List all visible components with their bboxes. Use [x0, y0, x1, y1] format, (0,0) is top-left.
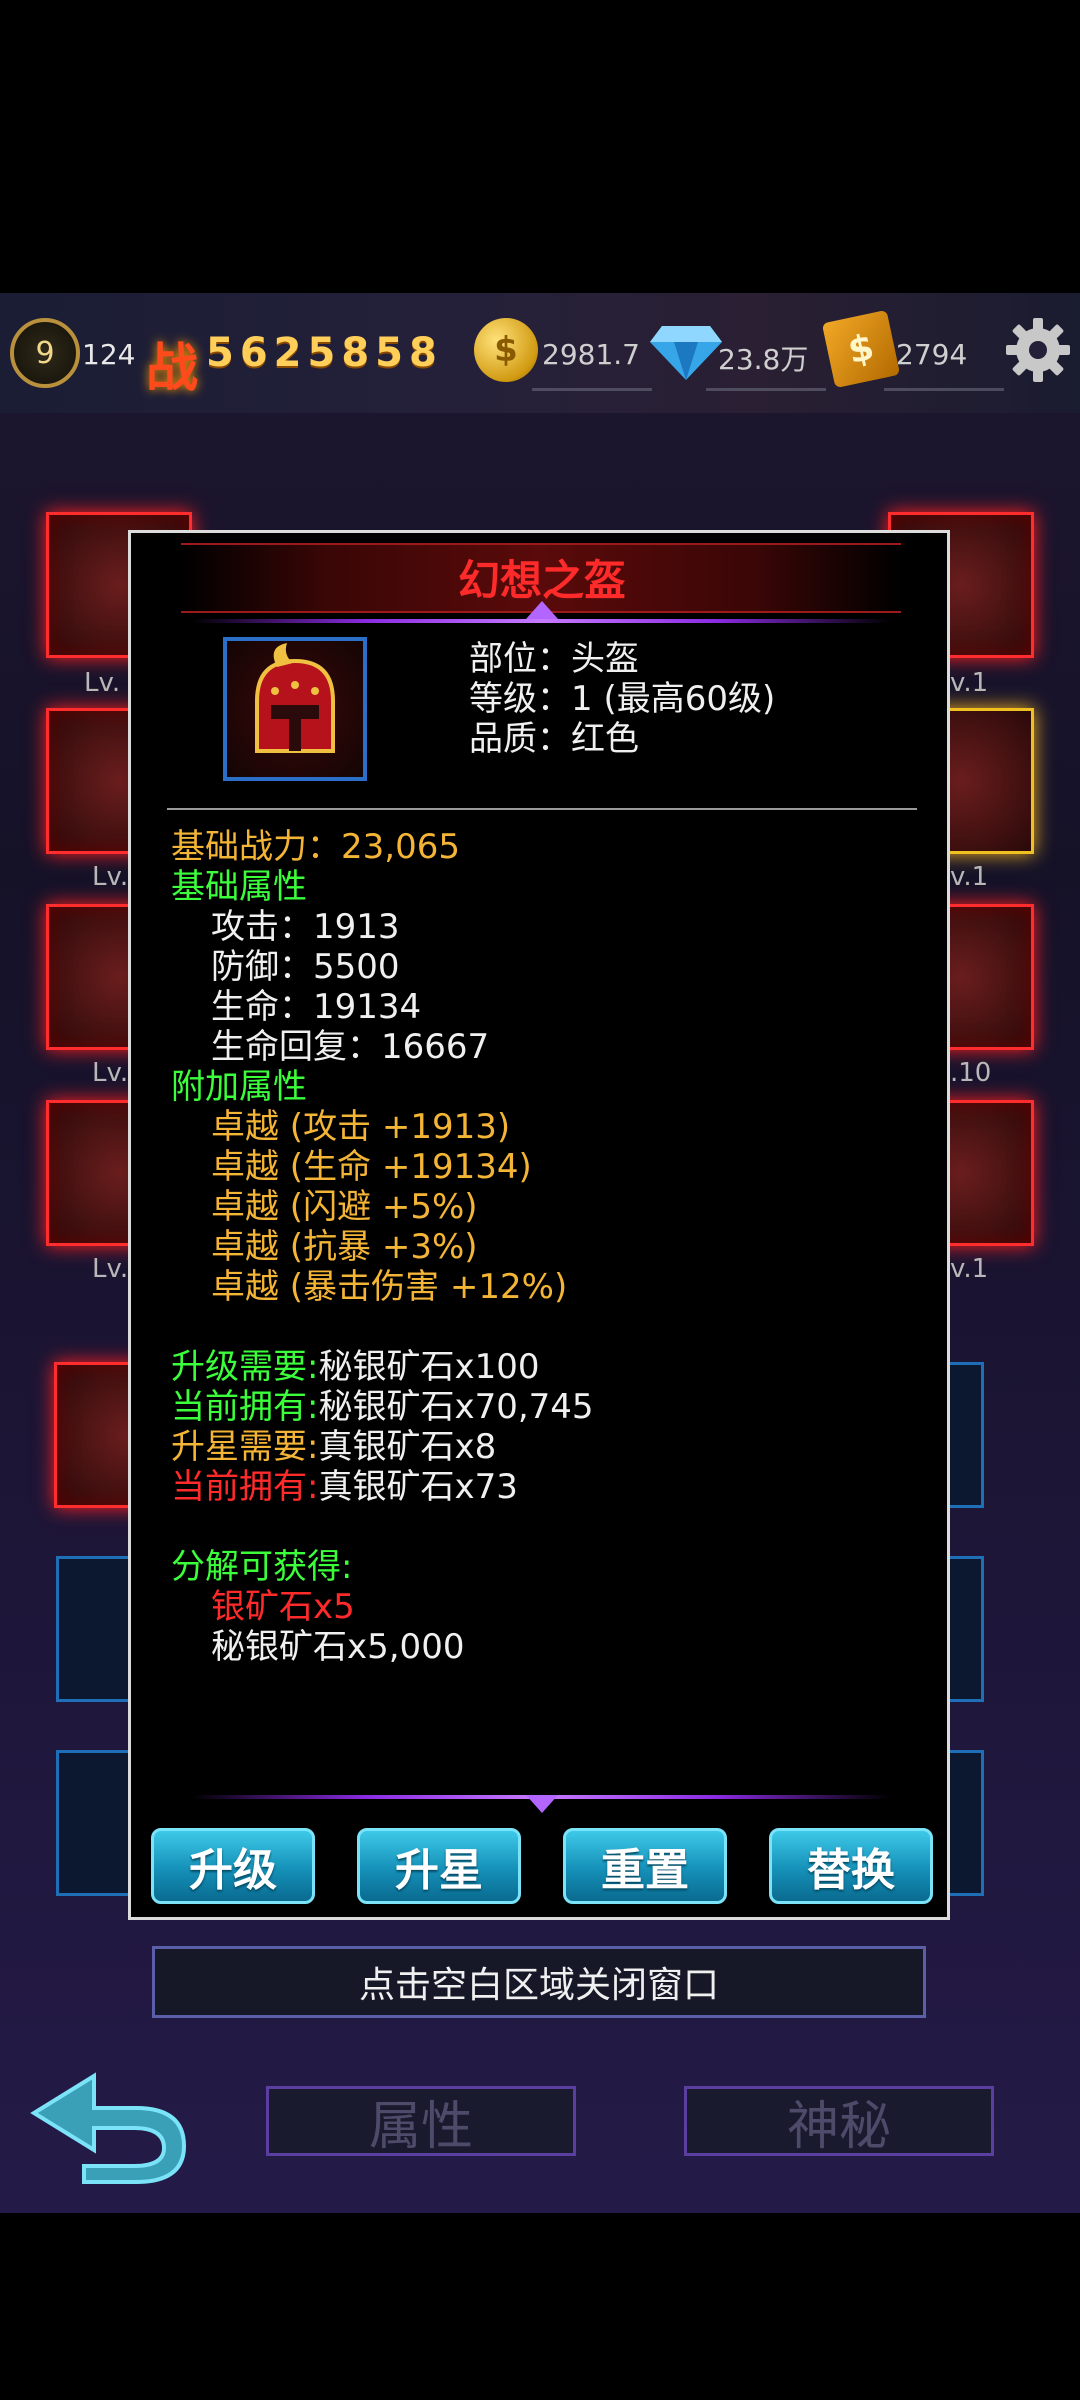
reset-button[interactable]: 重置	[563, 1828, 727, 1904]
star-have-value: 真银矿石x73	[318, 1467, 518, 1507]
equip-slot-right-2-level: v.1	[950, 862, 989, 892]
decompose-item-2: 秘银矿石x5,000	[211, 1627, 465, 1667]
tab-attributes[interactable]: 属性	[266, 2086, 576, 2157]
cash-icon: $	[821, 309, 901, 389]
quality-label: 品质：	[469, 719, 571, 759]
player-level: 9	[35, 335, 55, 371]
bottom-triangle-marker	[526, 1795, 558, 1813]
attr-hp-regen-value: 16667	[381, 1027, 490, 1067]
equip-slot-right-3-level: .10	[950, 1058, 992, 1088]
star-have-label: 当前拥有:	[171, 1467, 319, 1507]
back-arrow-icon[interactable]	[24, 2058, 194, 2188]
title-divider	[191, 619, 891, 623]
tab-mystery[interactable]: 神秘	[684, 2086, 994, 2157]
combat-power-value: 5625858	[206, 330, 443, 376]
star-up-button[interactable]: 升星	[357, 1828, 521, 1904]
close-hint[interactable]: 点击空白区域关闭窗口	[152, 1946, 926, 2018]
player-level-badge[interactable]: 9	[10, 318, 80, 388]
quality-value: 红色	[571, 719, 639, 759]
extra-attr-5: 卓越 (暴击伤害 +12%)	[211, 1267, 568, 1307]
top-triangle-marker	[526, 601, 558, 619]
equip-slot-right-4-level: v.1	[950, 1254, 989, 1284]
quality-row: 品质：红色	[469, 711, 639, 760]
gold-divider	[532, 388, 652, 391]
helmet-icon	[255, 643, 335, 753]
gold-coin-icon: $	[474, 318, 538, 382]
equip-slot-left-1-level: Lv.	[84, 668, 121, 698]
player-level-value: 124	[82, 338, 136, 371]
diamond-amount: 23.8万	[718, 343, 809, 376]
equipment-detail-popup: 幻想之盔 部位：头盔 等级：1 (最高60级) 品质：红色 基础战力：23,06…	[128, 530, 950, 1920]
upgrade-button[interactable]: 升级	[151, 1828, 315, 1904]
equip-slot-left-4-level: Lv.	[92, 1254, 129, 1284]
replace-button[interactable]: 替换	[769, 1828, 933, 1904]
equip-slot-right-1-level: v.1	[950, 668, 989, 698]
gold-amount: 2981.7	[542, 338, 640, 371]
cash-divider	[884, 388, 1004, 391]
diamond-icon	[650, 326, 722, 380]
settings-gear-icon[interactable]	[1004, 316, 1072, 384]
base-power-value: 23,065	[341, 827, 460, 867]
star-have-row: 当前拥有:真银矿石x73	[171, 1459, 518, 1508]
info-divider	[167, 808, 917, 810]
equip-slot-left-3-level: Lv.	[92, 1058, 129, 1088]
equip-slot-left-2-level: Lv.	[92, 862, 129, 892]
cash-amount: 2794	[896, 338, 968, 371]
helmet-item-icon	[223, 637, 367, 781]
diamond-divider	[706, 388, 826, 391]
popup-title: 幻想之盔	[457, 556, 626, 605]
power-icon: 战	[146, 339, 199, 399]
